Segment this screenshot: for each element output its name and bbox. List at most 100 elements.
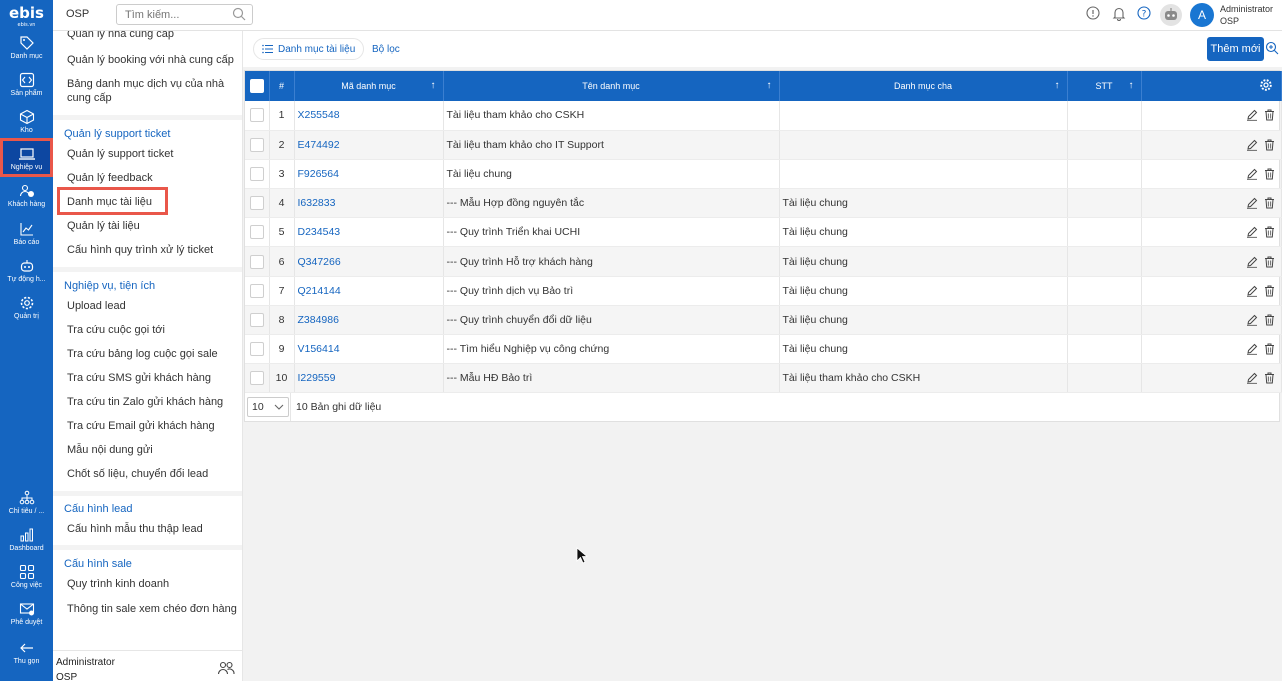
submenu-item[interactable]: Tra cứu SMS gửi khách hàng bbox=[67, 371, 237, 385]
row-checkbox[interactable] bbox=[249, 342, 264, 357]
search-icon[interactable] bbox=[232, 7, 246, 21]
row-select-cell[interactable] bbox=[245, 188, 270, 219]
submenu-item[interactable]: Tra cứu bảng log cuộc gọi sale bbox=[67, 347, 237, 361]
edit-icon[interactable] bbox=[1246, 285, 1258, 297]
row-checkbox[interactable] bbox=[249, 312, 264, 327]
nav-san-pham[interactable]: Sản phẩm bbox=[0, 68, 53, 105]
delete-icon[interactable] bbox=[1264, 256, 1275, 268]
row-checkbox[interactable] bbox=[249, 137, 264, 152]
app-logo[interactable]: ebis ebis.vn bbox=[0, 0, 53, 31]
row-select-cell[interactable] bbox=[245, 363, 270, 394]
column-header-name[interactable]: Tên danh mục ↑ bbox=[443, 71, 780, 101]
delete-icon[interactable] bbox=[1264, 197, 1275, 209]
category-code-link[interactable]: D234543 bbox=[294, 217, 444, 248]
delete-icon[interactable] bbox=[1264, 372, 1275, 384]
row-checkbox[interactable] bbox=[249, 371, 264, 386]
filter-button[interactable]: Bộ lọc bbox=[364, 38, 408, 60]
table-row[interactable]: 7 Q214144 --- Quy trình dịch vụ Bảo trì Tài… bbox=[245, 276, 1282, 306]
collapse-button[interactable]: Thu gọn bbox=[0, 636, 53, 673]
tab-danh-muc-tai-lieu[interactable]: Danh mục tài liệu bbox=[253, 38, 365, 60]
category-code-link[interactable]: E474492 bbox=[294, 130, 444, 160]
submenu-item[interactable]: Bảng danh mục dịch vụ của nhà cung cấp bbox=[67, 77, 237, 105]
edit-icon[interactable] bbox=[1246, 109, 1258, 122]
row-checkbox[interactable] bbox=[249, 225, 264, 240]
category-code-link[interactable]: Q214144 bbox=[294, 276, 444, 306]
submenu-item[interactable]: Tra cứu cuộc gọi tới bbox=[67, 323, 237, 337]
nav-quan-tri[interactable]: Quản trị bbox=[0, 291, 53, 328]
submenu-item[interactable]: Quản lý booking với nhà cung cấp bbox=[67, 53, 237, 67]
edit-icon[interactable] bbox=[1246, 256, 1258, 268]
switch-user-icon[interactable] bbox=[217, 661, 235, 675]
edit-icon[interactable] bbox=[1246, 226, 1258, 239]
nav-bao-cao[interactable]: Báo cáo bbox=[0, 217, 53, 254]
nav-nghiep-vu[interactable]: Nghiệp vụ bbox=[0, 138, 53, 177]
submenu-item-danh-muc-tai-lieu[interactable]: Danh mục tài liệu bbox=[67, 195, 237, 209]
row-select-cell[interactable] bbox=[245, 276, 270, 306]
nav-dashboard[interactable]: Dashboard bbox=[0, 523, 53, 560]
submenu-item[interactable]: Quy trình kinh doanh bbox=[67, 577, 237, 591]
row-checkbox[interactable] bbox=[249, 283, 264, 298]
help-icon[interactable]: ? bbox=[1137, 6, 1151, 20]
category-code-link[interactable]: I632833 bbox=[294, 188, 444, 219]
delete-icon[interactable] bbox=[1264, 139, 1275, 151]
sort-up-icon[interactable]: ↑ bbox=[431, 80, 436, 91]
table-row[interactable]: 9 V156414 --- Tìm hiểu Nghiệp vụ công chứn… bbox=[245, 334, 1282, 365]
select-all-checkbox[interactable] bbox=[249, 79, 264, 93]
nav-danh-muc[interactable]: Danh mục bbox=[0, 31, 53, 68]
submenu-item[interactable]: Quản lý feedback bbox=[67, 171, 237, 185]
table-row[interactable]: 8 Z384986 --- Quy trình chuyển đổi dữ liệu… bbox=[245, 305, 1282, 336]
nav-khach-hang[interactable]: Khách hàng bbox=[0, 179, 53, 216]
category-code-link[interactable]: X255548 bbox=[294, 101, 444, 131]
select-all-header[interactable] bbox=[245, 71, 270, 101]
edit-icon[interactable] bbox=[1246, 197, 1258, 209]
category-code-link[interactable]: I229559 bbox=[294, 363, 444, 394]
table-row[interactable]: 5 D234543 --- Quy trình Triển khai UCHI Tài… bbox=[245, 217, 1282, 248]
table-row[interactable]: 2 E474492 Tài liệu tham khảo cho IT Suppor… bbox=[245, 130, 1282, 160]
column-header-parent[interactable]: Danh mục cha ↑ bbox=[779, 71, 1068, 101]
alert-circle-icon[interactable] bbox=[1086, 6, 1100, 20]
column-header-code[interactable]: Mã danh mục ↑ bbox=[294, 71, 444, 101]
row-checkbox[interactable] bbox=[249, 166, 264, 181]
category-code-link[interactable]: F926564 bbox=[294, 159, 444, 190]
sort-up-icon[interactable]: ↑ bbox=[767, 80, 772, 91]
category-code-link[interactable]: Q347266 bbox=[294, 246, 444, 277]
submenu-item[interactable]: Cấu hình mẫu thu thập lead bbox=[67, 522, 237, 536]
nav-cong-viec[interactable]: Công việc bbox=[0, 560, 53, 597]
submenu-item[interactable]: Cấu hình quy trình xử lý ticket bbox=[67, 243, 237, 257]
category-code-link[interactable]: Z384986 bbox=[294, 305, 444, 336]
edit-icon[interactable] bbox=[1246, 372, 1258, 385]
column-header-order[interactable]: STT ↑ bbox=[1067, 71, 1142, 101]
row-select-cell[interactable] bbox=[245, 159, 270, 190]
avatar[interactable]: A bbox=[1190, 3, 1214, 27]
table-row[interactable]: 1 X255548 Tài liệu tham khảo cho CSKH bbox=[245, 101, 1282, 131]
submenu-item[interactable]: Tra cứu tin Zalo gửi khách hàng bbox=[67, 395, 237, 409]
nav-chi-tieu[interactable]: Chỉ tiêu / ... bbox=[0, 486, 53, 523]
delete-icon[interactable] bbox=[1264, 226, 1275, 238]
table-row[interactable]: 10 I229559 --- Mẫu HĐ Bảo trì Tài liệu tham… bbox=[245, 363, 1282, 394]
submenu-item[interactable]: Chốt số liệu, chuyển đổi lead bbox=[67, 467, 237, 481]
sort-up-icon[interactable]: ↑ bbox=[1129, 80, 1134, 91]
submenu-item[interactable]: Quản lý support ticket bbox=[67, 147, 237, 161]
delete-icon[interactable] bbox=[1264, 314, 1275, 326]
row-select-cell[interactable] bbox=[245, 334, 270, 365]
submenu-item[interactable]: Upload lead bbox=[67, 299, 237, 313]
sort-up-icon[interactable]: ↑ bbox=[1055, 80, 1060, 91]
table-row[interactable]: 3 F926564 Tài liệu chung bbox=[245, 159, 1282, 190]
category-code-link[interactable]: V156414 bbox=[294, 334, 444, 365]
page-size-select[interactable]: 10 bbox=[247, 397, 289, 418]
row-select-cell[interactable] bbox=[245, 246, 270, 277]
row-select-cell[interactable] bbox=[245, 130, 270, 160]
edit-icon[interactable] bbox=[1246, 168, 1258, 180]
column-settings-header[interactable] bbox=[1141, 71, 1282, 101]
submenu-item[interactable]: Quản lý nhà cung cấp bbox=[67, 31, 237, 41]
row-checkbox[interactable] bbox=[249, 108, 264, 123]
nav-phe-duyet[interactable]: Phê duyệt bbox=[0, 597, 53, 634]
table-row[interactable]: 4 I632833 --- Mẫu Hợp đồng nguyên tắc Tài l… bbox=[245, 188, 1282, 219]
delete-icon[interactable] bbox=[1264, 109, 1275, 121]
row-checkbox[interactable] bbox=[249, 196, 264, 211]
delete-icon[interactable] bbox=[1264, 168, 1275, 180]
bell-icon[interactable] bbox=[1112, 6, 1126, 21]
bot-icon[interactable] bbox=[1159, 3, 1183, 27]
gear-icon[interactable] bbox=[1259, 78, 1273, 92]
user-info[interactable]: Administrator OSP bbox=[1220, 3, 1273, 27]
